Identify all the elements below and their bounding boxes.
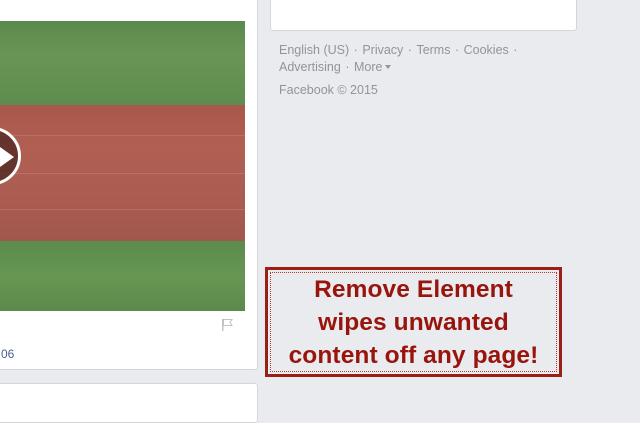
- footer-copyright: Facebook © 2015: [279, 83, 378, 97]
- video-grass-bottom: [0, 241, 245, 311]
- track-lane-line: [0, 135, 245, 136]
- flag-icon[interactable]: [220, 318, 234, 332]
- right-column-box: [270, 0, 577, 31]
- footer-links: English (US) · Privacy · Terms · Cookies…: [279, 42, 539, 76]
- footer-separator: ·: [407, 43, 412, 57]
- feed-post-card: 06: [0, 0, 258, 370]
- promo-stamp-box: Remove Element wipes unwanted content of…: [265, 267, 562, 377]
- footer-separator: ·: [454, 43, 460, 57]
- footer-separator: ·: [353, 43, 358, 57]
- footer-link-language[interactable]: English (US): [279, 43, 349, 57]
- video-grass-top: [0, 21, 245, 105]
- promo-line-1: Remove Element: [314, 275, 513, 303]
- footer-link-more[interactable]: More: [353, 60, 392, 74]
- video-running-track: [0, 105, 245, 241]
- chevron-down-icon: [385, 64, 392, 69]
- track-lane-line: [0, 209, 245, 210]
- next-feed-post-card: [0, 383, 258, 423]
- footer-link-advertising[interactable]: Advertising: [279, 60, 341, 74]
- promo-line-3: content off any page!: [288, 341, 539, 369]
- footer-link-cookies[interactable]: Cookies: [464, 43, 509, 57]
- footer-link-terms[interactable]: Terms: [416, 43, 450, 57]
- video-thumbnail[interactable]: [0, 21, 245, 311]
- footer-link-more-label: More: [353, 60, 383, 74]
- footer-link-privacy[interactable]: Privacy: [362, 43, 403, 57]
- footer-separator: ·: [345, 60, 350, 74]
- footer-separator: ·: [513, 43, 518, 57]
- promo-line-2: wipes unwanted: [318, 308, 509, 336]
- promo-text: Remove Element wipes unwanted content of…: [289, 273, 539, 372]
- post-timestamp-link[interactable]: 06: [1, 347, 14, 361]
- track-lane-line: [0, 173, 245, 174]
